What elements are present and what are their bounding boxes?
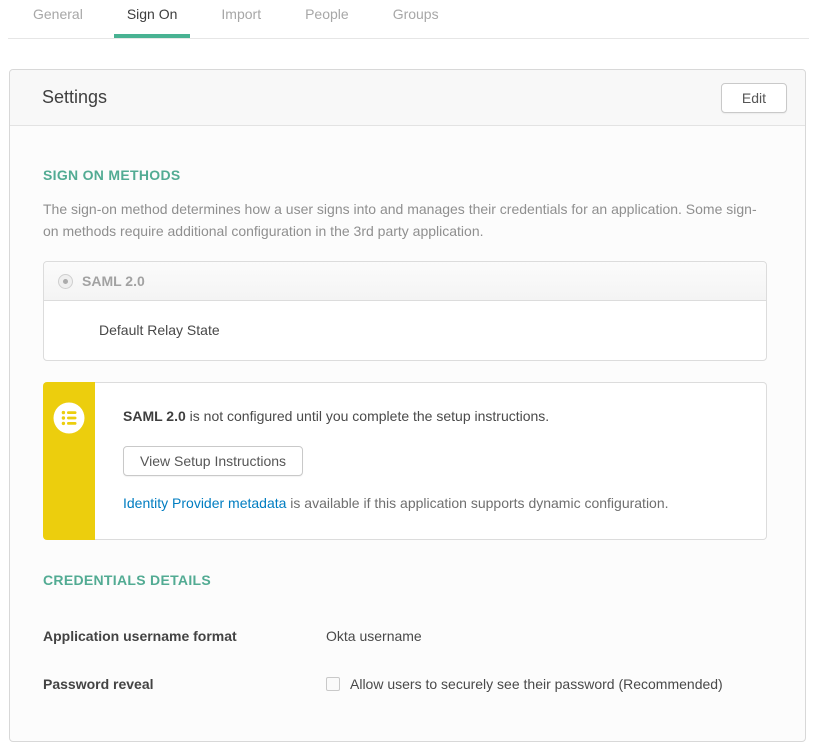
tab-groups[interactable]: Groups bbox=[393, 0, 439, 38]
callout-message: SAML 2.0 is not configured until you com… bbox=[123, 408, 746, 425]
sign-on-methods-description: The sign-on method determines how a user… bbox=[43, 198, 767, 242]
tab-general[interactable]: General bbox=[33, 0, 83, 38]
edit-button[interactable]: Edit bbox=[721, 83, 787, 113]
saml-method-box: SAML 2.0 Default Relay State bbox=[43, 261, 767, 361]
credentials-details-heading: CREDENTIALS DETAILS bbox=[43, 572, 767, 588]
saml-method-label: SAML 2.0 bbox=[82, 273, 145, 289]
idp-metadata-suffix: is available if this application support… bbox=[286, 495, 668, 511]
username-format-value: Okta username bbox=[326, 628, 422, 645]
sign-on-methods-heading: SIGN ON METHODS bbox=[43, 167, 767, 183]
view-setup-instructions-button[interactable]: View Setup Instructions bbox=[123, 446, 303, 476]
password-reveal-label: Password reveal bbox=[43, 676, 326, 693]
tab-sign-on[interactable]: Sign On bbox=[114, 0, 191, 38]
identity-provider-metadata-link[interactable]: Identity Provider metadata bbox=[123, 495, 286, 511]
saml-setup-callout: SAML 2.0 is not configured until you com… bbox=[43, 382, 767, 540]
password-reveal-checkbox-label: Allow users to securely see their passwo… bbox=[350, 676, 723, 693]
default-relay-state-label: Default Relay State bbox=[44, 301, 766, 360]
callout-message-bold: SAML 2.0 bbox=[123, 408, 186, 424]
setup-instructions-list-icon bbox=[53, 382, 85, 434]
tab-import[interactable]: Import bbox=[221, 0, 261, 38]
callout-content: SAML 2.0 is not configured until you com… bbox=[95, 382, 767, 540]
username-format-label: Application username format bbox=[43, 628, 326, 645]
username-format-row: Application username format Okta usernam… bbox=[43, 628, 767, 645]
saml-radio-button[interactable] bbox=[58, 274, 73, 289]
idp-metadata-line: Identity Provider metadata is available … bbox=[123, 495, 746, 512]
tab-people[interactable]: People bbox=[305, 0, 349, 38]
password-reveal-row: Password reveal Allow users to securely … bbox=[43, 676, 767, 693]
settings-panel: Settings Edit SIGN ON METHODS The sign-o… bbox=[9, 69, 806, 742]
panel-title: Settings bbox=[42, 87, 107, 108]
settings-panel-body: SIGN ON METHODS The sign-on method deter… bbox=[10, 126, 805, 741]
password-reveal-checkbox[interactable] bbox=[326, 677, 340, 691]
callout-stripe bbox=[43, 382, 95, 540]
settings-panel-header: Settings Edit bbox=[10, 70, 805, 126]
saml-method-header: SAML 2.0 bbox=[44, 262, 766, 301]
callout-message-text: is not configured until you complete the… bbox=[186, 408, 549, 424]
app-tabbar: General Sign On Import People Groups bbox=[8, 0, 809, 39]
